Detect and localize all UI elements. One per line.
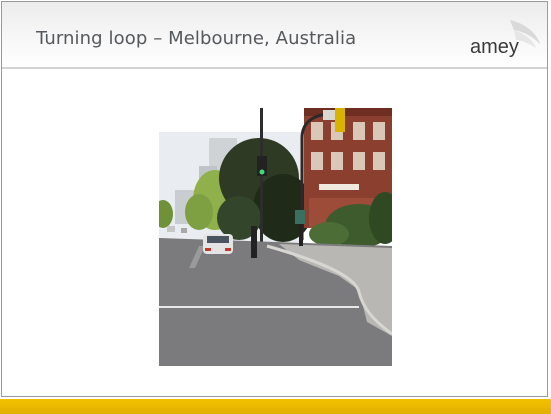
footer-band [0,399,551,414]
slide-frame [1,1,548,397]
slide: Turning loop – Melbourne, Australia amey [0,0,551,414]
